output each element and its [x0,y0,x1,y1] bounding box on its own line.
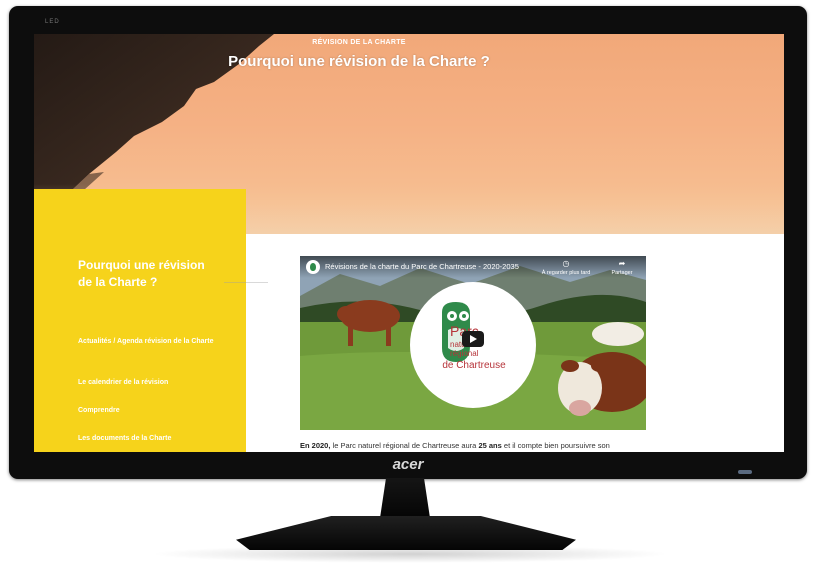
intro-text-a: le Parc naturel régional de Chartreuse a… [330,441,479,450]
intro-year: En 2020, [300,441,331,450]
divider [224,282,268,283]
sidebar-item-comprendre[interactable]: Comprendre [78,403,223,418]
sidebar-item-actualites[interactable]: Actualités / Agenda révision de la Chart… [78,334,223,349]
power-button[interactable] [738,470,752,474]
play-button[interactable] [462,331,484,347]
monitor-model-label: LED [45,19,60,25]
clock-icon: ◷ [562,259,570,268]
logo-line-chartreuse: de Chartreuse [442,360,506,371]
intro-paragraph: En 2020, le Parc naturel régional de Cha… [300,440,660,452]
monitor-stand-base [236,516,576,550]
watch-later-button[interactable]: ◷ À regarder plus tard [538,259,594,277]
video-player[interactable]: Révisions de la charte du Parc de Chartr… [300,256,646,430]
intro-text-b: et il compte bien poursuivre son [501,441,610,450]
watch-later-label: À regarder plus tard [541,270,591,276]
channel-avatar[interactable] [306,260,320,274]
browser-viewport: RÉVISION DE LA CHARTE Pourquoi une révis… [34,34,784,452]
sidebar-item-calendrier[interactable]: Le calendrier de la révision [78,375,223,390]
video-title[interactable]: Révisions de la charte du Parc de Chartr… [325,262,560,271]
share-button[interactable]: ➦ Partager [594,259,646,277]
share-icon: ➦ [618,259,626,268]
logo-line-regional: régional [450,349,479,358]
sidebar-title: Pourquoi une révision de la Charte ? [78,258,205,289]
intro-years: 25 ans [478,441,502,450]
hero-kicker: RÉVISION DE LA CHARTE [312,39,406,46]
sidebar-nav: Pourquoi une révision de la Charte ? Act… [34,189,246,452]
page-title: Pourquoi une révision de la Charte ? [228,53,490,70]
sidebar-item-documents[interactable]: Les documents de la Charte [78,431,223,446]
monitor-brand-logo: acer [392,456,424,473]
share-label: Partager [611,270,633,276]
monitor-stand-neck [380,478,430,518]
